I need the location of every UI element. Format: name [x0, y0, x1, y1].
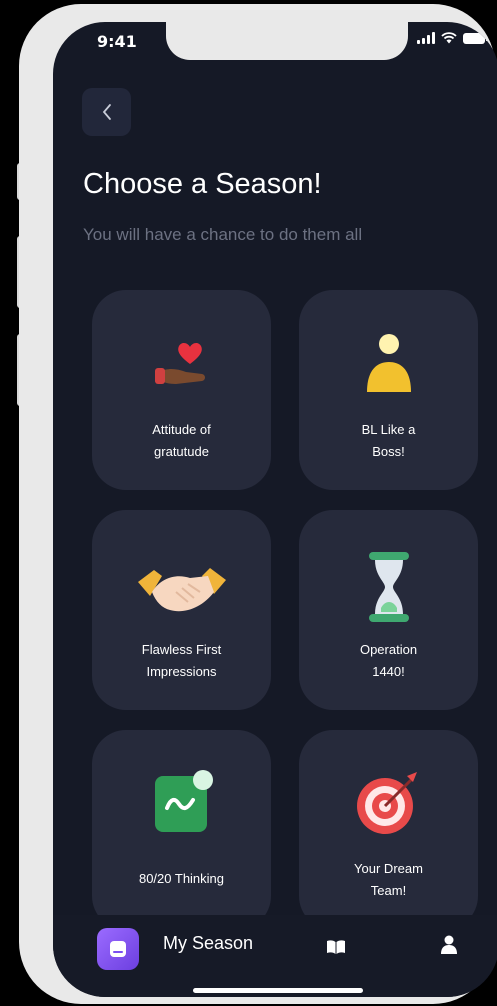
- season-label: 80/20 Thinking: [138, 871, 225, 886]
- app-badge-icon: [154, 770, 213, 832]
- page-subtitle: You will have a chance to do them all: [83, 225, 363, 244]
- signal-icon: [417, 32, 435, 44]
- season-card-attitude-of-gratitude[interactable]: Attitude of gratutude: [92, 290, 271, 490]
- season-label: Flawless First Impressions: [141, 642, 222, 679]
- season-label: Attitude of gratutude: [152, 422, 211, 459]
- target-icon: [356, 772, 417, 834]
- status-time: 9:41: [97, 32, 137, 51]
- chevron-left-icon: [102, 104, 111, 120]
- battery-icon: [463, 32, 488, 44]
- phone-frame: 9:41 Choose a Season! You will have a ch…: [19, 4, 497, 1004]
- app-screen: 9:41 Choose a Season! You will have a ch…: [53, 22, 497, 997]
- hourglass-icon: [368, 552, 409, 622]
- season-label: Operation 1440!: [359, 642, 418, 679]
- person-icon: [366, 334, 411, 392]
- heart-hand-icon: [154, 343, 205, 384]
- home-indicator: [193, 988, 363, 993]
- season-card-your-dream-team[interactable]: Your Dream Team!: [299, 730, 478, 930]
- season-icon: [110, 941, 126, 957]
- bottom-tab-bar: My Season: [53, 915, 497, 997]
- handshake-icon: [137, 568, 226, 612]
- season-card-flawless-first-impressions[interactable]: Flawless First Impressions: [92, 510, 271, 710]
- status-icons: [417, 32, 488, 44]
- book-icon[interactable]: [326, 939, 346, 955]
- user-icon[interactable]: [440, 935, 458, 955]
- wifi-icon: [441, 32, 457, 44]
- season-card-operation-1440[interactable]: Operation 1440!: [299, 510, 478, 710]
- season-label: Your Dream Team!: [354, 861, 423, 898]
- notch: [166, 22, 408, 60]
- season-card-80-20-thinking[interactable]: 80/20 Thinking: [92, 730, 271, 930]
- tab-my-season[interactable]: [97, 928, 139, 970]
- season-label: BL Like a Boss!: [361, 422, 416, 459]
- tab-my-season-label[interactable]: My Season: [163, 933, 253, 954]
- season-card-bl-like-a-boss[interactable]: BL Like a Boss!: [299, 290, 478, 490]
- back-button[interactable]: [82, 88, 131, 136]
- page-title: Choose a Season!: [83, 168, 322, 200]
